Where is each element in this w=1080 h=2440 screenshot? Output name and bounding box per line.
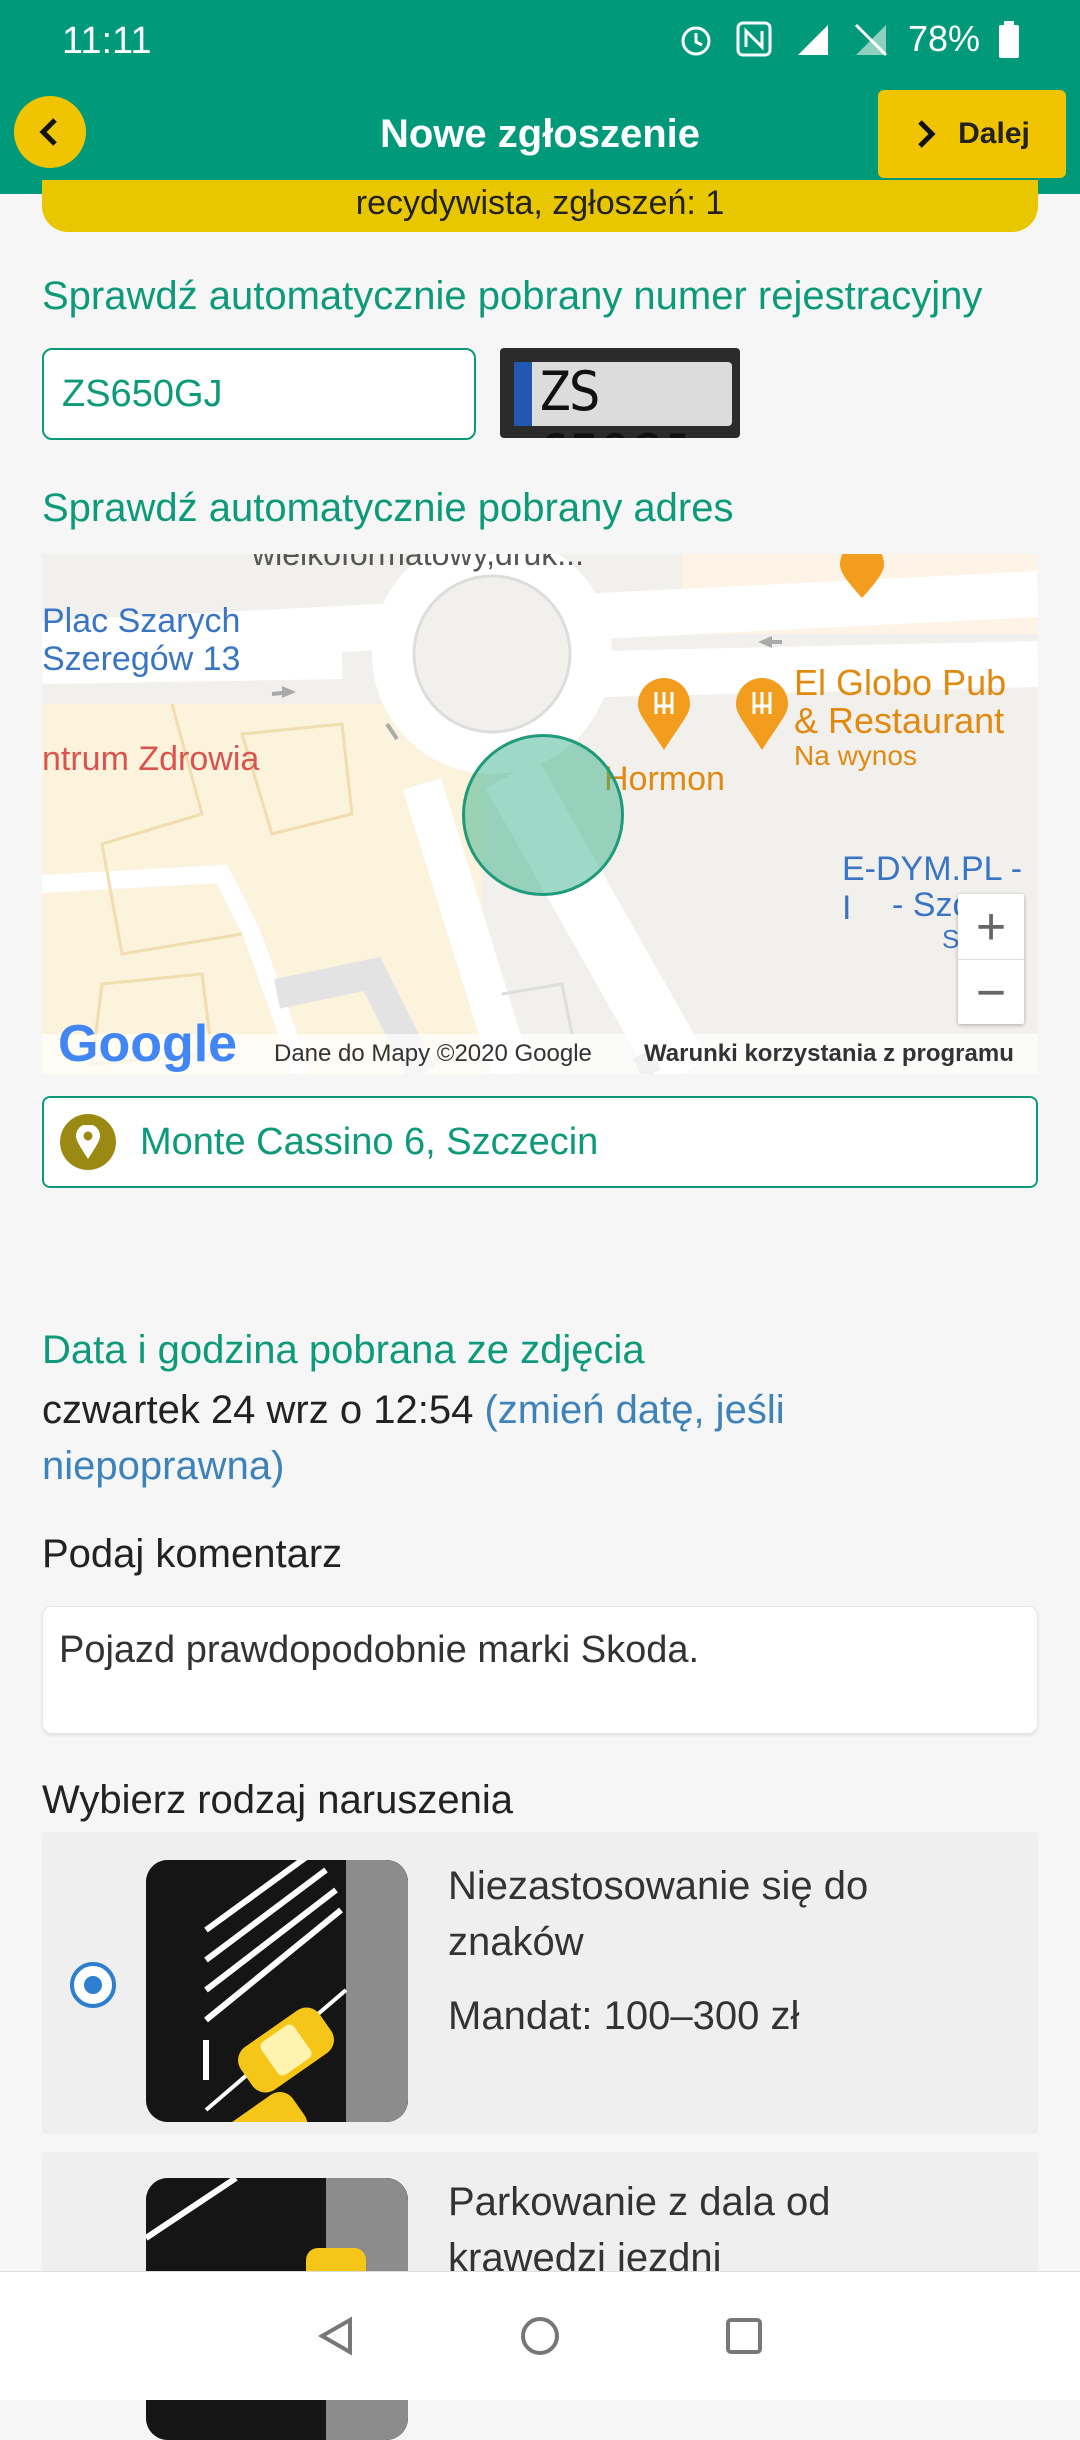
nav-home-icon[interactable] — [518, 2314, 562, 2358]
map-label-pub3: Na wynos — [794, 740, 917, 771]
system-nav-bar — [0, 2271, 1080, 2400]
plate-photo-text: ZS 650GJ — [538, 360, 693, 438]
plate-photo[interactable]: ZS 650GJ — [500, 348, 740, 438]
date-label: Data i godzina pobrana ze zdjęcia — [42, 1328, 645, 1372]
status-bar: 11:11 78% — [0, 0, 1080, 96]
comment-label: Podaj komentarz — [42, 1532, 343, 1576]
violation-illustration — [146, 1860, 408, 2122]
map-copyright: Dane do Mapy ©2020 Google — [274, 1040, 592, 1067]
map-label-top: wielkoformatowy,druk... — [252, 554, 584, 572]
next-button[interactable]: Dalej — [878, 90, 1066, 178]
status-time: 11:11 — [62, 20, 152, 62]
map-zoom-controls: + − — [958, 894, 1024, 1024]
location-pin-icon — [60, 1114, 116, 1170]
date-time: 12:54 — [373, 1388, 474, 1432]
alarm-icon — [681, 26, 711, 56]
nav-back-icon[interactable] — [314, 2314, 358, 2358]
battery-icon — [999, 21, 1019, 58]
no-sim-signal-icon — [854, 23, 887, 57]
battery-level: 78% — [907, 18, 980, 59]
map-label-hormon: Hormon — [604, 760, 725, 798]
map-terms-link[interactable]: Warunki korzystania z programu — [644, 1040, 1014, 1068]
map-label-zdrowia: ntrum Zdrowia — [42, 740, 260, 778]
address-label: Sprawdź automatycznie pobrany adres — [42, 486, 734, 530]
address-value: Monte Cassino 6, Szczecin — [140, 1120, 599, 1163]
plate-label: Sprawdź automatycznie pobrany numer reje… — [42, 274, 983, 318]
nav-recents-icon[interactable] — [722, 2314, 766, 2358]
map-label-pub1: El Globo Pub — [794, 662, 1007, 703]
location-accuracy-circle — [462, 734, 624, 896]
map-footer: Google Dane do Mapy ©2020 Google Warunki… — [42, 1015, 1038, 1074]
violation-title: Parkowanie z dala od krawędzi jezdni — [448, 2180, 831, 2280]
zoom-in-button[interactable]: + — [958, 894, 1024, 959]
plate-input[interactable]: ZS650GJ — [42, 348, 476, 440]
restaurant-pin-icon — [840, 554, 884, 598]
map-label-plac: Plac Szarych — [42, 602, 241, 640]
comment-input[interactable]: Pojazd prawdopodobnie marki Skoda. — [42, 1606, 1038, 1734]
chevron-right-icon — [918, 120, 936, 148]
zoom-out-button[interactable]: − — [958, 959, 1024, 1025]
next-button-label: Dalej — [958, 117, 1030, 150]
lte-signal-icon — [797, 25, 828, 55]
map-label-edym3: S — [942, 924, 960, 954]
restaurant-pin-icon — [736, 678, 788, 750]
date-connector: o — [328, 1388, 374, 1432]
violation-label: Wybierz rodzaj naruszenia — [42, 1778, 513, 1822]
recidivist-banner: recydywista, zgłoszeń: 1 — [42, 180, 1038, 232]
date-row: czwartek 24 wrz o 12:54 (zmień datę, jeś… — [42, 1382, 842, 1494]
map-label-pub2: & Restaurant — [794, 700, 1005, 741]
address-field[interactable]: Monte Cassino 6, Szczecin — [42, 1096, 1038, 1188]
violation-fine: Mandat: 100–300 zł — [448, 1994, 800, 2038]
date-day: czwartek 24 wrz — [42, 1388, 329, 1432]
nfc-icon — [736, 21, 772, 57]
restaurant-pin-icon — [638, 678, 690, 750]
status-icons: 78% — [676, 18, 1020, 60]
violation-title: Niezastosowanie się do znaków — [448, 1864, 869, 1964]
violation-option[interactable]: Niezastosowanie się do znaków Mandat: 10… — [42, 1832, 1038, 2134]
violation-radio-selected[interactable] — [70, 1962, 116, 2008]
map-view[interactable]: wielkoformatowy,druk... Plac Szarych Sze… — [42, 554, 1038, 1074]
map-label-plac2: Szeregów 13 — [42, 640, 241, 678]
google-logo: Google — [58, 1015, 238, 1073]
